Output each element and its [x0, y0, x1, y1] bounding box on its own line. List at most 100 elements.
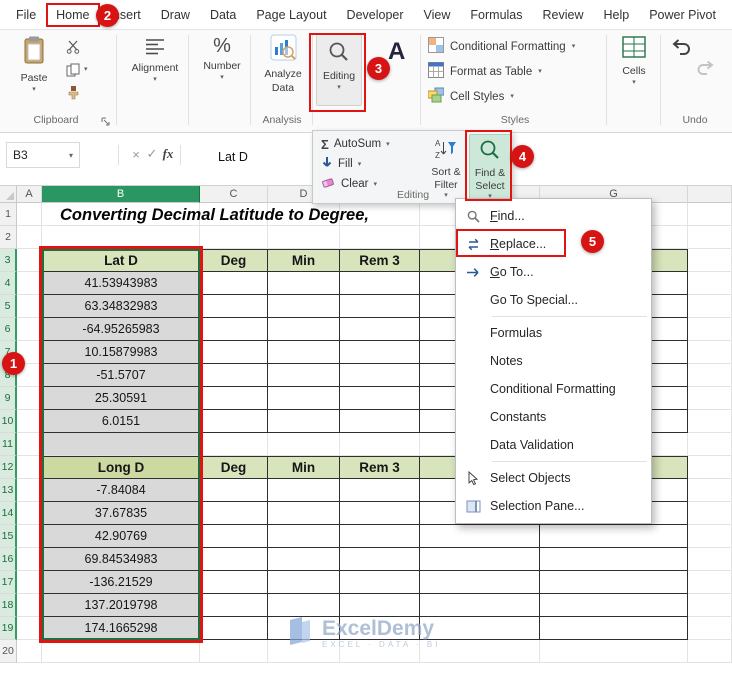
menu-item-go-to[interactable]: Go To...	[456, 258, 651, 286]
menu-item-select-objects[interactable]: Select Objects	[456, 464, 651, 492]
cell-H12[interactable]	[688, 456, 732, 479]
cell-E8[interactable]	[340, 364, 420, 387]
cell-H10[interactable]	[688, 410, 732, 433]
cell-D8[interactable]	[268, 364, 340, 387]
cell-A20[interactable]	[17, 640, 42, 663]
tab-page-layout[interactable]: Page Layout	[246, 3, 336, 27]
cell-E9[interactable]	[340, 387, 420, 410]
cell-H11[interactable]	[688, 433, 732, 456]
cell-G20[interactable]	[540, 640, 688, 663]
cell-A11[interactable]	[17, 433, 42, 456]
cell-B17[interactable]: -136.21529	[42, 571, 200, 594]
row-header-11[interactable]: 11	[0, 433, 17, 456]
cell-A13[interactable]	[17, 479, 42, 502]
enter-check-icon[interactable]: ✓	[144, 143, 160, 165]
cell-C6[interactable]	[200, 318, 268, 341]
cell-G16[interactable]	[540, 548, 688, 571]
cell-H7[interactable]	[688, 341, 732, 364]
cell-B9[interactable]: 25.30591	[42, 387, 200, 410]
cell-B4[interactable]: 41.53943983	[42, 272, 200, 295]
cell-B19[interactable]: 174.1665298	[42, 617, 200, 640]
cell-G15[interactable]	[540, 525, 688, 548]
cell-H1[interactable]	[688, 203, 732, 226]
menu-item-go-to-special[interactable]: Go To Special...	[456, 286, 651, 314]
cell-A14[interactable]	[17, 502, 42, 525]
cell-C9[interactable]	[200, 387, 268, 410]
format-painter-button[interactable]	[64, 84, 82, 102]
cell-G19[interactable]	[540, 617, 688, 640]
cell-D2[interactable]	[268, 226, 340, 249]
row-header-14[interactable]: 14	[0, 502, 17, 525]
tab-file[interactable]: File	[6, 3, 46, 27]
tab-developer[interactable]: Developer	[337, 3, 414, 27]
cell-H18[interactable]	[688, 594, 732, 617]
cell-D14[interactable]	[268, 502, 340, 525]
cell-C18[interactable]	[200, 594, 268, 617]
cell-D6[interactable]	[268, 318, 340, 341]
analyze-data-button[interactable]: Analyze Data	[256, 34, 310, 94]
row-header-10[interactable]: 10	[0, 410, 17, 433]
tab-data[interactable]: Data	[200, 3, 246, 27]
row-header-2[interactable]: 2	[0, 226, 17, 249]
cell-C5[interactable]	[200, 295, 268, 318]
cell-F17[interactable]	[420, 571, 540, 594]
copy-button[interactable]	[64, 61, 82, 79]
cell-B14[interactable]: 37.67835	[42, 502, 200, 525]
menu-item-notes[interactable]: Notes	[456, 347, 651, 375]
number-button[interactable]: % Number ▾	[196, 34, 248, 81]
cancel-icon[interactable]: ×	[128, 143, 144, 165]
row-header-20[interactable]: 20	[0, 640, 17, 663]
cell-G17[interactable]	[540, 571, 688, 594]
row-header-17[interactable]: 17	[0, 571, 17, 594]
cell-C4[interactable]	[200, 272, 268, 295]
menu-item-replace[interactable]: Replace...	[456, 230, 651, 258]
menu-item-constants[interactable]: Constants	[456, 403, 651, 431]
cell-H5[interactable]	[688, 295, 732, 318]
cell-A1[interactable]	[17, 203, 42, 226]
cell-A6[interactable]	[17, 318, 42, 341]
cell-H14[interactable]	[688, 502, 732, 525]
menu-item-formulas[interactable]: Formulas	[456, 319, 651, 347]
cell-C2[interactable]	[200, 226, 268, 249]
cell-B6[interactable]: -64.95265983	[42, 318, 200, 341]
cell-B20[interactable]	[42, 640, 200, 663]
cell-B5[interactable]: 63.34832983	[42, 295, 200, 318]
column-header-B[interactable]: B	[42, 186, 200, 203]
cell-A4[interactable]	[17, 272, 42, 295]
cell-A16[interactable]	[17, 548, 42, 571]
row-header-13[interactable]: 13	[0, 479, 17, 502]
font-color-icon[interactable]: A	[388, 38, 405, 66]
cell-A18[interactable]	[17, 594, 42, 617]
undo-button[interactable]	[670, 36, 692, 56]
cell-B10[interactable]: 6.0151	[42, 410, 200, 433]
cell-C10[interactable]	[200, 410, 268, 433]
cell-E5[interactable]	[340, 295, 420, 318]
menu-item-conditional-formatting[interactable]: Conditional Formatting	[456, 375, 651, 403]
cell-C19[interactable]	[200, 617, 268, 640]
cell-A3[interactable]	[17, 249, 42, 272]
cell-E2[interactable]	[340, 226, 420, 249]
cell-B2[interactable]	[42, 226, 200, 249]
cell-H15[interactable]	[688, 525, 732, 548]
row-header-3[interactable]: 3	[0, 249, 17, 272]
cell-G18[interactable]	[540, 594, 688, 617]
row-header-15[interactable]: 15	[0, 525, 17, 548]
redo-button[interactable]	[696, 58, 716, 76]
find-select-button[interactable]: Find & Select ▾	[469, 134, 511, 200]
cell-D12[interactable]: Min	[268, 456, 340, 479]
cell-B13[interactable]: -7.84084	[42, 479, 200, 502]
cell-D18[interactable]	[268, 594, 340, 617]
cell-B3[interactable]: Lat D	[42, 249, 200, 272]
cell-E7[interactable]	[340, 341, 420, 364]
cell-E6[interactable]	[340, 318, 420, 341]
cell-B18[interactable]: 137.2019798	[42, 594, 200, 617]
cell-H8[interactable]	[688, 364, 732, 387]
cell-H4[interactable]	[688, 272, 732, 295]
cell-H2[interactable]	[688, 226, 732, 249]
cell-H6[interactable]	[688, 318, 732, 341]
insert-function-button[interactable]: fx	[160, 143, 176, 165]
cell-E14[interactable]	[340, 502, 420, 525]
format-as-table-button[interactable]: Format as Table ▾	[428, 59, 602, 84]
row-header-18[interactable]: 18	[0, 594, 17, 617]
row-header-4[interactable]: 4	[0, 272, 17, 295]
